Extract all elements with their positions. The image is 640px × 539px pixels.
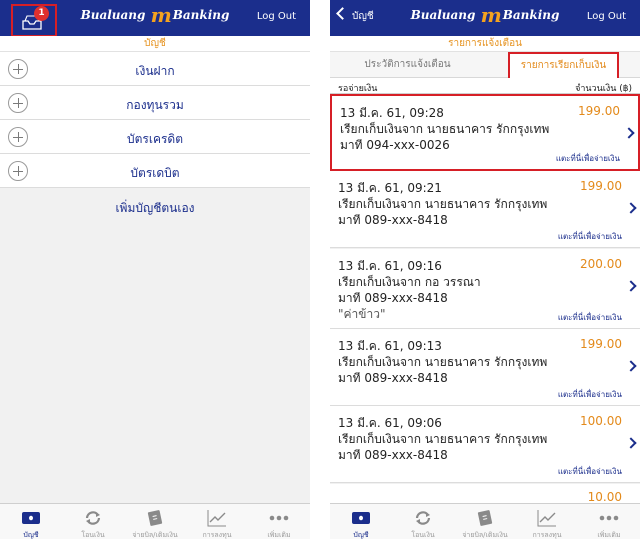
- tap-to-pay-link[interactable]: แตะที่นี่เพื่อจ่ายเงิน: [558, 388, 622, 401]
- request-amount: 200.00: [580, 257, 622, 271]
- chevron-right-icon: [625, 280, 637, 292]
- tab-more[interactable]: เพิ่มเติม: [248, 504, 310, 539]
- list-column-header: รอจ่ายเงิน จำนวนเงิน (฿): [330, 78, 640, 94]
- tap-to-pay-link[interactable]: แตะที่นี่เพื่อจ่ายเงิน: [558, 230, 622, 243]
- bottom-tab-bar: บัญชี โอนเงิน จ่ายบิล/เติมเงิน การลงทุน …: [330, 503, 640, 539]
- bill-request-item[interactable]: 13 มี.ค. 61, 09:21 199.00 เรียกเก็บเงินจ…: [330, 171, 640, 248]
- notification-tabs: ประวัติการแจ้งเตือน รายการเรียกเก็บเงิน: [330, 52, 640, 80]
- chart-icon: [537, 510, 556, 527]
- logout-button[interactable]: Log Out: [587, 11, 626, 22]
- tab-transfer[interactable]: โอนเงิน: [62, 504, 124, 539]
- amount-column-label: จำนวนเงิน (฿): [575, 84, 632, 94]
- bank-card-icon: [22, 512, 40, 524]
- request-phone: มาที 089-xxx-8418: [338, 213, 448, 227]
- pending-payment-label: รอจ่ายเงิน: [338, 84, 378, 94]
- bank-card-icon: [352, 512, 370, 524]
- request-phone: มาที 094-xxx-0026: [340, 138, 450, 152]
- tab-bill-requests[interactable]: รายการเรียกเก็บเงิน: [508, 52, 619, 80]
- add-own-account-link[interactable]: เพิ่มบัญชีตนเอง: [0, 199, 310, 218]
- bill-icon: [477, 510, 493, 526]
- chevron-right-icon: [625, 437, 637, 449]
- request-amount: 199.00: [580, 179, 622, 193]
- account-row-credit-card[interactable]: บัตรเครดิต: [0, 120, 310, 154]
- request-amount: 199.00: [580, 337, 622, 351]
- tap-to-pay-link[interactable]: แตะที่นี่เพื่อจ่ายเงิน: [558, 465, 622, 478]
- account-label: เงินฝาก: [135, 64, 175, 78]
- bill-request-screen: บัญชี Bualuang mBanking Log Out รายการแจ…: [330, 0, 640, 539]
- account-row-mutual-fund[interactable]: กองทุนรวม: [0, 86, 310, 120]
- tab-accounts[interactable]: บัญชี: [0, 504, 62, 539]
- more-icon: [599, 515, 619, 521]
- tab-investment[interactable]: การลงทุน: [516, 504, 578, 539]
- bottom-tab-bar: บัญชี โอนเงิน จ่ายบิล/เติมเงิน การลงทุน …: [0, 503, 310, 539]
- chevron-right-icon: [625, 202, 637, 214]
- chart-icon: [207, 510, 226, 527]
- app-header: บัญชี Bualuang mBanking Log Out: [330, 0, 640, 36]
- app-header: 1 Bualuang mBanking Log Out: [0, 0, 310, 37]
- tap-to-pay-link[interactable]: แตะที่นี่เพื่อจ่ายเงิน: [556, 152, 620, 165]
- account-row-debit-card[interactable]: บัตรเดบิต: [0, 154, 310, 188]
- tab-bill-payment[interactable]: จ่ายบิล/เติมเงิน: [454, 504, 516, 539]
- request-amount: 100.00: [580, 414, 622, 428]
- more-icon: [269, 515, 289, 521]
- transfer-icon: [85, 511, 101, 525]
- tab-notification-history[interactable]: ประวัติการแจ้งเตือน: [330, 52, 485, 78]
- chevron-right-icon: [623, 127, 635, 139]
- request-amount: 199.00: [578, 104, 620, 118]
- section-title: บัญชี: [0, 36, 310, 52]
- account-row-deposit[interactable]: เงินฝาก: [0, 52, 310, 86]
- bill-request-item[interactable]: 13 มี.ค. 61, 09:28 199.00 เรียกเก็บเงินจ…: [330, 94, 640, 171]
- tap-to-pay-link[interactable]: แตะที่นี่เพื่อจ่ายเงิน: [558, 311, 622, 324]
- request-amount: 10.00: [587, 490, 622, 504]
- account-label: บัตรเดบิต: [130, 166, 180, 180]
- transfer-icon: [415, 511, 431, 525]
- section-title: รายการแจ้งเตือน: [330, 36, 640, 52]
- bill-icon: [147, 510, 163, 526]
- tab-transfer[interactable]: โอนเงิน: [392, 504, 454, 539]
- bill-request-item[interactable]: 13 มี.ค. 61, 09:16 200.00 เรียกเก็บเงินจ…: [330, 249, 640, 329]
- bill-request-item[interactable]: 13 มี.ค. 61, 09:13 199.00 เรียกเก็บเงินจ…: [330, 329, 640, 406]
- request-phone: มาที 089-xxx-8418: [338, 448, 448, 462]
- account-label: บัตรเครดิต: [126, 132, 183, 146]
- tab-investment[interactable]: การลงทุน: [186, 504, 248, 539]
- tab-more[interactable]: เพิ่มเติม: [578, 504, 640, 539]
- tab-bill-payment[interactable]: จ่ายบิล/เติมเงิน: [124, 504, 186, 539]
- chevron-right-icon: [625, 360, 637, 372]
- request-phone: มาที 089-xxx-8418: [338, 371, 448, 385]
- account-label: กองทุนรวม: [126, 98, 184, 112]
- request-note: "ค่าข้าว": [338, 307, 386, 321]
- bill-request-item[interactable]: 13 มี.ค. 61, 09:06 100.00 เรียกเก็บเงินจ…: [330, 406, 640, 483]
- tab-accounts[interactable]: บัญชี: [330, 504, 392, 539]
- accounts-screen: 1 Bualuang mBanking Log Out บัญชี เงินฝา…: [0, 0, 310, 539]
- logout-button[interactable]: Log Out: [257, 11, 296, 22]
- bill-request-item[interactable]: 10.00: [330, 484, 640, 504]
